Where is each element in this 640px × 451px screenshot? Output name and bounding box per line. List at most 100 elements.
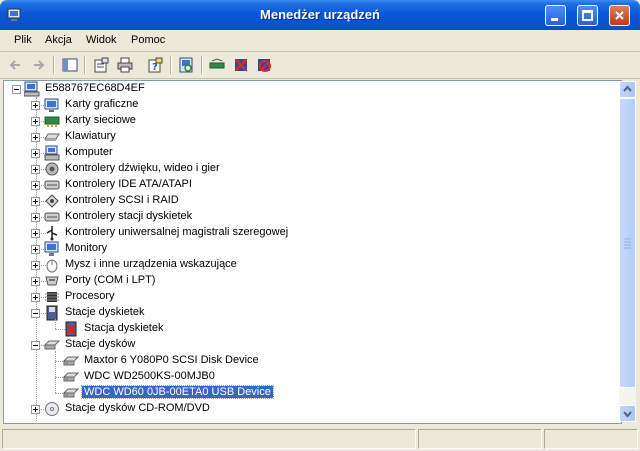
device-label: Mysz i inne urządzenia wskazujące xyxy=(65,258,237,270)
uninstall-button[interactable] xyxy=(231,55,251,75)
scan-hardware-icon xyxy=(179,57,193,73)
expand-toggle[interactable] xyxy=(31,341,40,350)
keyboard-icon xyxy=(44,129,60,145)
disable-icon xyxy=(258,59,271,72)
floppy-controller-icon xyxy=(44,209,60,225)
menu-file[interactable]: Plik xyxy=(14,34,32,46)
disk-icon xyxy=(62,369,80,385)
tree-root-label: E588767EC68D4EF xyxy=(45,82,145,94)
minimize-icon xyxy=(551,18,558,21)
disk-icon xyxy=(62,353,80,369)
minimize-button[interactable] xyxy=(545,5,566,26)
device-label: Karty sieciowe xyxy=(65,114,136,126)
cdrom-icon xyxy=(44,401,60,417)
maximize-button[interactable] xyxy=(577,5,598,26)
device-label: WDC WD60 0JB-00ETA0 USB Device xyxy=(81,385,274,399)
arrow-up-icon xyxy=(623,85,632,92)
device-tree[interactable]: E588767EC68D4EF Karty graficzne Karty sie… xyxy=(3,80,622,424)
device-label: Procesory xyxy=(65,290,115,302)
sound-icon xyxy=(44,161,60,177)
close-button[interactable] xyxy=(609,5,630,26)
scan-hardware-button[interactable] xyxy=(176,55,196,75)
device-label: Stacja dyskietek xyxy=(84,322,164,334)
status-bar xyxy=(0,426,640,451)
help-button[interactable]: ? xyxy=(145,55,165,75)
expand-toggle[interactable] xyxy=(31,133,40,142)
expand-toggle[interactable] xyxy=(31,293,40,302)
device-label: Kontrolery SCSI i RAID xyxy=(65,194,179,206)
close-icon xyxy=(615,11,624,20)
monitor-icon xyxy=(44,241,60,257)
vertical-scrollbar[interactable] xyxy=(619,81,636,422)
forward-button[interactable] xyxy=(28,55,48,75)
print-button[interactable] xyxy=(115,55,135,75)
properties-icon xyxy=(94,57,109,73)
scroll-thumb[interactable] xyxy=(619,98,636,388)
floppy-error-icon xyxy=(63,321,79,337)
menu-action[interactable]: Akcja xyxy=(45,34,72,46)
update-driver-icon xyxy=(209,58,225,69)
show-hide-tree-button[interactable] xyxy=(60,55,80,75)
disable-button[interactable] xyxy=(254,55,274,75)
device-label: Porty (COM i LPT) xyxy=(65,274,156,286)
expand-toggle[interactable] xyxy=(31,261,40,270)
show-hide-tree-icon xyxy=(62,58,78,72)
device-label: Kontrolery uniwersalnej magistrali szere… xyxy=(65,226,289,238)
status-panel-main xyxy=(2,429,416,449)
device-label: Monitory xyxy=(65,242,108,254)
device-label: Stacje dyskietek xyxy=(65,306,145,318)
uninstall-icon xyxy=(235,59,247,71)
device-label: Klawiatury xyxy=(65,130,116,142)
help-icon: ? xyxy=(148,57,163,73)
floppy-drive-icon xyxy=(44,305,60,321)
network-adapter-icon xyxy=(44,113,60,129)
forward-icon xyxy=(34,60,45,70)
scsi-icon xyxy=(44,193,60,209)
status-panel-2 xyxy=(418,429,542,449)
expand-toggle[interactable] xyxy=(31,149,40,158)
menu-view[interactable]: Widok xyxy=(86,34,117,46)
menu-help[interactable]: Pomoc xyxy=(131,34,165,46)
expand-toggle[interactable] xyxy=(31,197,40,206)
root-collapse-toggle[interactable] xyxy=(12,85,21,94)
toolbar: ? xyxy=(0,52,640,79)
menu-bar: Plik Akcja Widok Pomoc xyxy=(0,30,640,52)
properties-button[interactable] xyxy=(91,55,111,75)
computer-icon xyxy=(44,145,60,161)
print-icon xyxy=(117,57,133,73)
disk-icon xyxy=(62,385,80,401)
device-label: Kontrolery stacji dyskietek xyxy=(65,210,193,222)
device-label: WDC WD2500KS-00MJB0 xyxy=(84,370,215,382)
device-label: Maxtor 6 Y080P0 SCSI Disk Device xyxy=(84,354,259,366)
device-label: Komputer xyxy=(65,146,113,158)
expand-toggle[interactable] xyxy=(31,309,40,318)
arrow-down-icon xyxy=(623,411,632,418)
expand-toggle[interactable] xyxy=(31,117,40,126)
status-panel-3 xyxy=(544,429,638,449)
expand-toggle[interactable] xyxy=(31,101,40,110)
computer-icon xyxy=(23,81,40,97)
expand-toggle[interactable] xyxy=(31,245,40,254)
processor-icon xyxy=(44,289,60,305)
expand-toggle[interactable] xyxy=(31,213,40,222)
back-button[interactable] xyxy=(6,55,26,75)
port-icon xyxy=(44,273,60,289)
ide-controller-icon xyxy=(44,177,60,193)
scroll-down-button[interactable] xyxy=(619,405,636,422)
expand-toggle[interactable] xyxy=(31,229,40,238)
title-bar[interactable]: Menedżer urządzeń xyxy=(0,0,640,30)
svg-text:?: ? xyxy=(152,62,158,73)
window-title: Menedżer urządzeń xyxy=(260,7,380,22)
scroll-up-button[interactable] xyxy=(619,81,636,98)
expand-toggle[interactable] xyxy=(31,181,40,190)
mouse-icon xyxy=(44,257,60,273)
expand-toggle[interactable] xyxy=(31,277,40,286)
device-label: Karty graficzne xyxy=(65,98,139,110)
expand-toggle[interactable] xyxy=(31,405,40,414)
display-adapter-icon xyxy=(44,97,60,113)
usb-icon xyxy=(44,225,60,241)
expand-toggle[interactable] xyxy=(31,165,40,174)
update-driver-button[interactable] xyxy=(207,55,227,75)
device-label: Kontrolery dźwięku, wideo i gier xyxy=(65,162,220,174)
back-icon xyxy=(9,60,20,70)
